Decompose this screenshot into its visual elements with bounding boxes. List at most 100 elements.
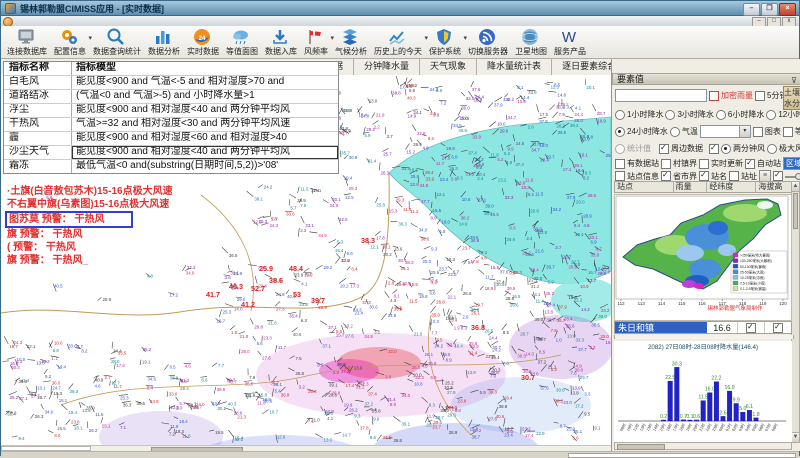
station-info-checkbox[interactable]	[615, 171, 625, 181]
tab-1[interactable]: 分钟降水量	[354, 59, 420, 75]
rain-12h-radio[interactable]	[766, 110, 776, 120]
chart-checkbox[interactable]	[753, 127, 763, 137]
scroll-down-icon[interactable]: ▼	[792, 432, 799, 442]
indicator-row[interactable]: 道路结冰(气温<0 and 气温>-5) and 小时降水量>1	[4, 90, 338, 104]
toolbar-item-shield[interactable]: 保护系统▾	[429, 27, 461, 56]
station-name-checkbox[interactable]	[699, 171, 709, 181]
svg-text:13.3: 13.3	[36, 360, 45, 365]
size-slider[interactable]	[785, 172, 800, 181]
toolbar-item-label: 保护系统	[429, 47, 461, 56]
indicator-row[interactable]: 白毛风能见度<900 and 气温<-5 and 相对湿度>70 and	[4, 76, 338, 90]
svg-text:38.3: 38.3	[70, 389, 79, 394]
contour-checkbox[interactable]	[783, 127, 793, 137]
indicator-row[interactable]: 沙尘天气能见度<900 and 相对湿度<40 and 两分钟平均风	[4, 146, 338, 160]
encrypted-rain-checkbox[interactable]	[709, 91, 719, 101]
element-combobox[interactable]: ▾	[700, 125, 751, 138]
wind-2min-radio[interactable]	[721, 144, 731, 154]
station-row[interactable]: 朱日和镇 16.6	[614, 321, 792, 334]
auto-station-checkbox[interactable]	[745, 159, 755, 169]
panel-horizontal-scrollbar[interactable]	[614, 442, 792, 450]
region-station-combobox[interactable]: 区域站▾	[783, 157, 800, 170]
around-data-checkbox[interactable]	[659, 144, 669, 154]
realtime-checkbox[interactable]	[699, 159, 709, 169]
svg-text:29.2: 29.2	[324, 265, 333, 270]
svg-text:15.3: 15.3	[389, 208, 398, 213]
rainfall-bar-chart[interactable]: 2082) 27日08时-28日08时降水量(146.4)09时10时11时12…	[614, 341, 792, 443]
temperature-radio[interactable]	[670, 127, 680, 137]
dropdown-arrow-icon[interactable]: ▾	[463, 34, 467, 42]
toolbar-item-layers[interactable]: 气候分析	[335, 27, 367, 56]
regional-rain-map[interactable]: >250毫米(特大暴雨)100-250毫米(大暴雨)50-100毫米(暴雨)25…	[614, 194, 792, 321]
toolbar-item-satellite-globe[interactable]: 卫星地图	[515, 27, 547, 56]
bar	[668, 381, 673, 421]
panel-header[interactable]: 要素值 ⊽	[612, 73, 800, 85]
toolbar-item-rss[interactable]: 切换服务器	[468, 27, 508, 56]
indicator-model: 能见度<900 and 相对湿度<60 and 相对湿度>40	[72, 132, 338, 145]
rain-24h-radio[interactable]	[615, 127, 625, 137]
svg-text:29.5: 29.5	[446, 146, 455, 151]
indicator-row[interactable]: 干热风气温>=32 and 相对湿度<30 and 两分钟平均风速	[4, 118, 338, 132]
bar	[734, 403, 739, 421]
element-search-input[interactable]	[615, 89, 707, 102]
station-addr-checkbox[interactable]	[729, 171, 739, 181]
toolbar-item-globe-24[interactable]: 24实时数据	[187, 27, 219, 56]
rain-1h-radio[interactable]	[615, 110, 625, 120]
indicator-row[interactable]: 霾能见度<900 and 相对湿度<60 and 相对湿度>40	[4, 132, 338, 146]
rain-6h-radio[interactable]	[716, 110, 726, 120]
indicator-name: 浮尘	[4, 104, 72, 117]
close-button[interactable]: ×	[779, 3, 796, 16]
wind-max-radio[interactable]	[767, 144, 777, 154]
svg-text:16.0: 16.0	[705, 387, 715, 393]
minimize-button[interactable]: –	[743, 3, 760, 16]
toolbar-item-monitor[interactable]: 连接数据库	[7, 27, 47, 56]
tab-2[interactable]: 天气现象	[420, 59, 477, 75]
maximize-button[interactable]: ❐	[761, 3, 778, 16]
svg-text:28.3: 28.3	[180, 386, 189, 391]
toolbar-item-windsock[interactable]: 风频率▾	[304, 27, 328, 56]
indicator-row[interactable]: 浮尘能见度<900 and 相对湿度<40 and 两分钟平均风	[4, 104, 338, 118]
soil-moisture-button[interactable]: 土壤水分	[783, 86, 800, 110]
svg-text:7.6: 7.6	[570, 371, 577, 376]
station-check-1[interactable]	[746, 323, 756, 333]
scrollbar-thumb[interactable]	[793, 193, 798, 229]
five-min-wind-checkbox[interactable]	[755, 91, 765, 101]
svg-text:2.9: 2.9	[462, 314, 469, 319]
toolbar-item-search[interactable]: 数据查询统计	[93, 27, 141, 56]
scroll-up-icon[interactable]: ▲	[792, 182, 799, 192]
toolbar-item-gears[interactable]: 配置信息▾	[54, 27, 86, 56]
pin-icon[interactable]: ⊽	[791, 75, 797, 86]
svg-text:12.1: 12.1	[437, 192, 446, 197]
panel-vertical-scrollbar[interactable]: ▲ ▼	[791, 181, 800, 443]
has-data-checkbox[interactable]	[615, 159, 625, 169]
station-check-2[interactable]	[773, 323, 783, 333]
svg-text:40.3: 40.3	[228, 402, 237, 407]
size-checkbox[interactable]	[773, 171, 783, 181]
svg-text:22.8: 22.8	[417, 131, 426, 136]
svg-text:39.2: 39.2	[570, 123, 579, 128]
toolbar-item-cloud-rain[interactable]: 等值面图	[226, 27, 258, 56]
dropdown-arrow-icon[interactable]: ▾	[424, 34, 428, 42]
toolbar-item-trend[interactable]: 历史上的今天▾	[374, 27, 422, 56]
toolbar-item-download[interactable]: 数据入库	[265, 27, 297, 56]
dropdown-arrow-icon[interactable]: ▾	[330, 34, 334, 42]
title-bar[interactable]: 锡林郭勒盟CIMISS应用 - [实时数据] – ❐ ×	[1, 1, 799, 16]
toolbar-item-w[interactable]: W服务产品	[554, 27, 586, 56]
svg-text:25.8: 25.8	[376, 203, 385, 208]
col-rain: 雨量	[674, 182, 708, 192]
province-border-checkbox[interactable]	[661, 171, 671, 181]
dropdown-arrow-icon[interactable]: ▾	[88, 34, 92, 42]
svg-text:36.3: 36.3	[123, 403, 132, 408]
village-checkbox[interactable]	[661, 159, 671, 169]
rain-3h-radio[interactable]	[665, 110, 675, 120]
indicator-row[interactable]: 霜冻最低气温<0 and(substring(日期时间,5,2))>'08'	[4, 160, 338, 173]
tab-3[interactable]: 降水量统计表	[477, 59, 552, 75]
svg-text:37.2: 37.2	[538, 360, 547, 365]
toolbar-item-bar-chart[interactable]: 数据分析	[148, 27, 180, 56]
svg-text:13.2: 13.2	[498, 177, 507, 182]
svg-text:26.8: 26.8	[234, 271, 243, 276]
svg-text:37.1: 37.1	[322, 344, 331, 349]
stat-value-radio[interactable]	[615, 144, 625, 154]
svg-text:27.6: 27.6	[262, 355, 271, 360]
wind-2min-checkbox[interactable]	[709, 144, 719, 154]
svg-text:10.1: 10.1	[575, 232, 584, 237]
